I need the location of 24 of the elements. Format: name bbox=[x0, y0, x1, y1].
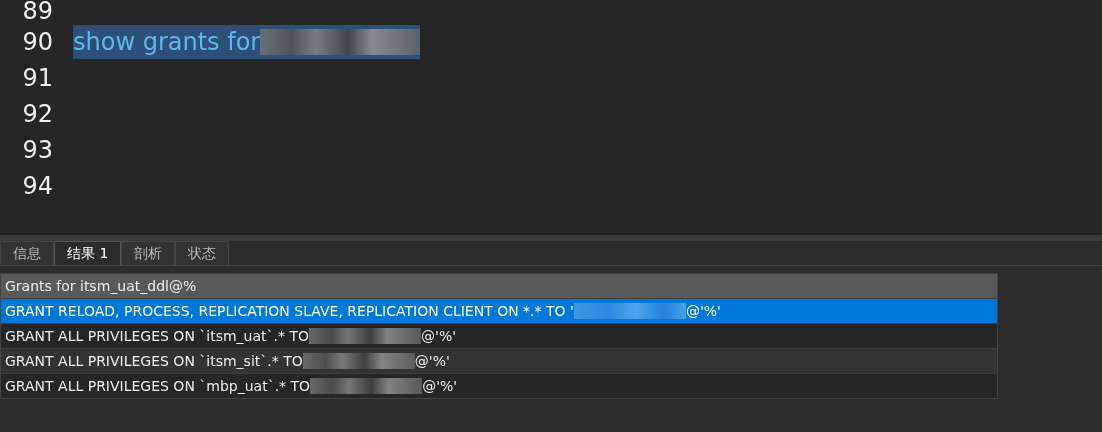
cell-text: @'%' bbox=[421, 326, 457, 346]
splitter-bar[interactable] bbox=[0, 233, 1102, 241]
grid-row[interactable]: GRANT ALL PRIVILEGES ON `itsm_sit`.* TO @'%' bbox=[1, 348, 997, 373]
cell-text: @'%' bbox=[685, 301, 721, 321]
cell-text: GRANT ALL PRIVILEGES ON `itsm_sit`.* TO bbox=[5, 351, 303, 371]
line-number: 93 bbox=[21, 135, 54, 166]
grid-row[interactable]: GRANT ALL PRIVILEGES ON `mbp_uat`.* TO @'%' bbox=[1, 373, 997, 398]
grid-row[interactable]: GRANT RELOAD, PROCESS, REPLICATION SLAVE, REPLICATION CLIENT ON *.* TO ' @'%' bbox=[1, 298, 997, 323]
cell-text: @'%' bbox=[422, 376, 458, 396]
line-number: 91 bbox=[21, 63, 54, 94]
cell-text: GRANT ALL PRIVILEGES ON `itsm_uat`.* TO bbox=[5, 326, 310, 346]
column-header: Grants for itsm_uat_ddl@% bbox=[1, 274, 997, 298]
result-tab[interactable]: 剖析 bbox=[121, 241, 176, 265]
result-tab[interactable]: 结果 1 bbox=[54, 241, 122, 265]
line-number: 89 bbox=[21, 0, 54, 22]
result-tab[interactable]: 状态 bbox=[175, 241, 230, 265]
cell-text: GRANT RELOAD, PROCESS, REPLICATION SLAVE, REPLICATION CLIENT ON *.* TO ' bbox=[5, 301, 574, 321]
line-number: 92 bbox=[21, 99, 54, 130]
line-number: 94 bbox=[21, 171, 54, 202]
cell-text: @'%' bbox=[414, 351, 450, 371]
cell-text: GRANT ALL PRIVILEGES ON `mbp_uat`.* TO bbox=[5, 376, 311, 396]
line-number: 90 bbox=[21, 27, 54, 58]
grid-row[interactable]: GRANT ALL PRIVILEGES ON `itsm_uat`.* TO @'%' bbox=[1, 323, 997, 348]
result-tab[interactable]: 信息 bbox=[0, 241, 54, 265]
